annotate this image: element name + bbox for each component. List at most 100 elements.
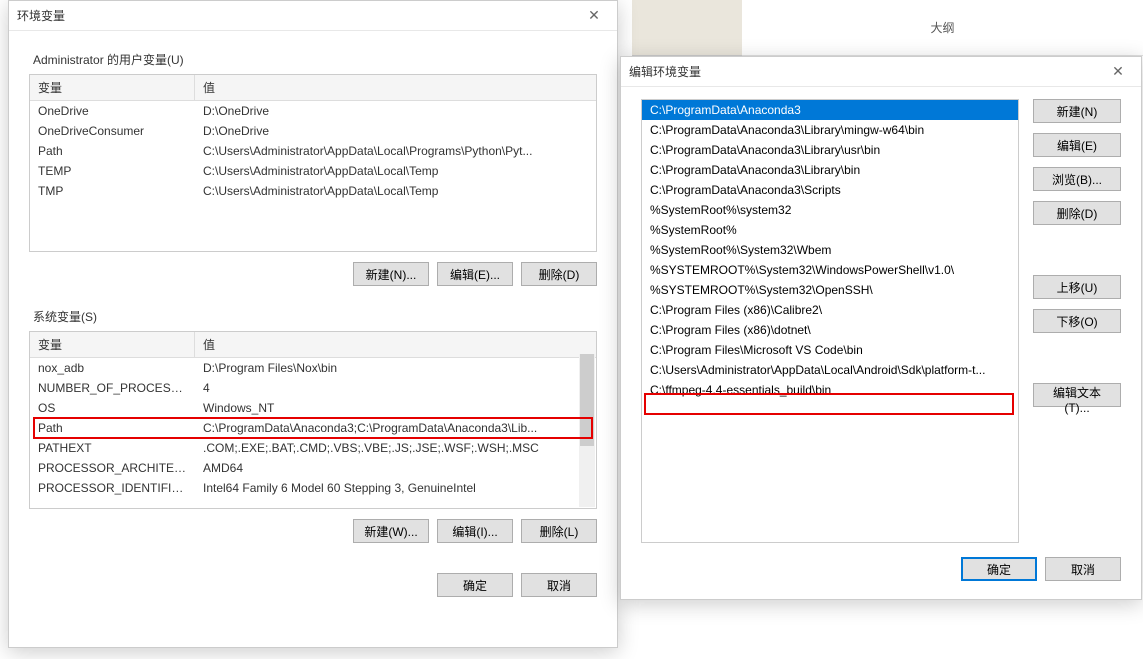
list-item[interactable]: C:\Program Files\Microsoft VS Code\bin [642,340,1018,360]
list-item[interactable]: C:\Users\Administrator\AppData\Local\And… [642,360,1018,380]
edit-layout: C:\ProgramData\Anaconda3C:\ProgramData\A… [641,99,1121,543]
edit-buttons-column: 新建(N) 编辑(E) 浏览(B)... 删除(D) 上移(U) 下移(O) 编… [1033,99,1121,543]
cell-val: AMD64 [195,458,596,478]
table-row[interactable]: PATHEXT.COM;.EXE;.BAT;.CMD;.VBS;.VBE;.JS… [30,438,596,458]
edit-dialog-button-row: 确定 取消 [641,557,1121,581]
cell-var: OS [30,398,195,418]
table-row[interactable]: OSWindows_NT [30,398,596,418]
edit-env-dialog: 编辑环境变量 ✕ C:\ProgramData\Anaconda3C:\Prog… [620,56,1142,600]
cell-val: .COM;.EXE;.BAT;.CMD;.VBS;.VBE;.JS;.JSE;.… [195,438,596,458]
edit-title: 编辑环境变量 [629,63,701,80]
table-row[interactable]: TEMPC:\Users\Administrator\AppData\Local… [30,161,596,181]
spacer [1033,343,1121,373]
system-vars-label: 系统变量(S) [33,308,597,325]
header-variable[interactable]: 变量 [30,332,195,357]
list-item[interactable]: %SystemRoot%\System32\Wbem [642,240,1018,260]
list-item[interactable]: C:\ProgramData\Anaconda3 [642,100,1018,120]
cell-val: D:\OneDrive [195,101,596,121]
list-item[interactable]: C:\ProgramData\Anaconda3\Library\usr\bin [642,140,1018,160]
edit-body: C:\ProgramData\Anaconda3C:\ProgramData\A… [621,87,1141,593]
cell-var: nox_adb [30,358,195,378]
cell-val: C:\ProgramData\Anaconda3;C:\ProgramData\… [195,418,596,438]
cell-var: OneDriveConsumer [30,121,195,141]
cell-val: Windows_NT [195,398,596,418]
table-row[interactable]: PROCESSOR_IDENTIFIERIntel64 Family 6 Mod… [30,478,596,498]
list-item[interactable]: C:\ProgramData\Anaconda3\Scripts [642,180,1018,200]
close-icon[interactable]: ✕ [1103,58,1133,86]
list-item[interactable]: C:\ProgramData\Anaconda3\Library\mingw-w… [642,120,1018,140]
move-up-button[interactable]: 上移(U) [1033,275,1121,299]
cell-val: D:\OneDrive [195,121,596,141]
env-vars-dialog: 环境变量 ✕ Administrator 的用户变量(U) 变量 值 OneDr… [8,0,618,648]
grid-header: 变量 值 [30,332,596,358]
cancel-button[interactable]: 取消 [521,573,597,597]
close-icon[interactable]: ✕ [579,2,609,30]
list-item[interactable]: %SystemRoot%\system32 [642,200,1018,220]
list-item[interactable]: C:\ffmpeg-4.4-essentials_build\bin [642,380,1018,400]
browse-button[interactable]: 浏览(B)... [1033,167,1121,191]
table-row[interactable]: OneDriveD:\OneDrive [30,101,596,121]
user-grid-body: OneDriveD:\OneDriveOneDriveConsumerD:\On… [30,101,596,201]
table-row[interactable]: PROCESSOR_ARCHITECT...AMD64 [30,458,596,478]
table-row[interactable]: PathC:\Users\Administrator\AppData\Local… [30,141,596,161]
cell-var: PROCESSOR_ARCHITECT... [30,458,195,478]
cell-val: C:\Users\Administrator\AppData\Local\Tem… [195,181,596,201]
cell-val: Intel64 Family 6 Model 60 Stepping 3, Ge… [195,478,596,498]
cell-var: OneDrive [30,101,195,121]
cell-var: NUMBER_OF_PROCESSORS [30,378,195,398]
list-item[interactable]: %SYSTEMROOT%\System32\WindowsPowerShell\… [642,260,1018,280]
bg-tab-panel [632,0,742,56]
edit-text-button[interactable]: 编辑文本(T)... [1033,383,1121,407]
delete-button[interactable]: 删除(D) [1033,201,1121,225]
edit-user-button[interactable]: 编辑(E)... [437,262,513,286]
move-down-button[interactable]: 下移(O) [1033,309,1121,333]
scrollbar[interactable] [579,354,595,507]
bg-header: 大纲 [742,0,1143,56]
cancel-button[interactable]: 取消 [1045,557,1121,581]
cell-val: 4 [195,378,596,398]
edit-title-bar: 编辑环境变量 ✕ [621,57,1141,87]
cell-var: Path [30,141,195,161]
new-system-button[interactable]: 新建(W)... [353,519,429,543]
new-button[interactable]: 新建(N) [1033,99,1121,123]
edit-button[interactable]: 编辑(E) [1033,133,1121,157]
grid-header: 变量 值 [30,75,596,101]
env-body: Administrator 的用户变量(U) 变量 值 OneDriveD:\O… [9,31,617,609]
spacer [1033,235,1121,265]
table-row[interactable]: OneDriveConsumerD:\OneDrive [30,121,596,141]
ok-button[interactable]: 确定 [961,557,1037,581]
header-value[interactable]: 值 [195,75,596,100]
cell-val: D:\Program Files\Nox\bin [195,358,596,378]
system-vars-grid[interactable]: 变量 值 nox_adbD:\Program Files\Nox\binNUMB… [29,331,597,509]
system-grid-body: nox_adbD:\Program Files\Nox\binNUMBER_OF… [30,358,596,498]
path-listbox[interactable]: C:\ProgramData\Anaconda3C:\ProgramData\A… [641,99,1019,543]
table-row[interactable]: PathC:\ProgramData\Anaconda3;C:\ProgramD… [30,418,596,438]
env-title-bar: 环境变量 ✕ [9,1,617,31]
list-item[interactable]: C:\Program Files (x86)\Calibre2\ [642,300,1018,320]
cell-val: C:\Users\Administrator\AppData\Local\Pro… [195,141,596,161]
table-row[interactable]: NUMBER_OF_PROCESSORS4 [30,378,596,398]
new-user-button[interactable]: 新建(N)... [353,262,429,286]
header-variable[interactable]: 变量 [30,75,195,100]
list-item[interactable]: C:\Program Files (x86)\dotnet\ [642,320,1018,340]
list-item[interactable]: %SYSTEMROOT%\System32\OpenSSH\ [642,280,1018,300]
cell-var: Path [30,418,195,438]
delete-system-button[interactable]: 删除(L) [521,519,597,543]
path-list-body: C:\ProgramData\Anaconda3C:\ProgramData\A… [642,100,1018,400]
dialog-button-row: 确定 取消 [29,573,597,597]
cell-var: PATHEXT [30,438,195,458]
scrollbar-thumb[interactable] [580,354,594,446]
env-title: 环境变量 [17,7,65,24]
list-item[interactable]: C:\ProgramData\Anaconda3\Library\bin [642,160,1018,180]
cell-var: TMP [30,181,195,201]
list-item[interactable]: %SystemRoot% [642,220,1018,240]
delete-user-button[interactable]: 删除(D) [521,262,597,286]
user-button-row: 新建(N)... 编辑(E)... 删除(D) [29,262,597,286]
header-value[interactable]: 值 [195,332,596,357]
edit-system-button[interactable]: 编辑(I)... [437,519,513,543]
ok-button[interactable]: 确定 [437,573,513,597]
table-row[interactable]: nox_adbD:\Program Files\Nox\bin [30,358,596,378]
user-vars-label: Administrator 的用户变量(U) [33,51,597,68]
table-row[interactable]: TMPC:\Users\Administrator\AppData\Local\… [30,181,596,201]
user-vars-grid[interactable]: 变量 值 OneDriveD:\OneDriveOneDriveConsumer… [29,74,597,252]
